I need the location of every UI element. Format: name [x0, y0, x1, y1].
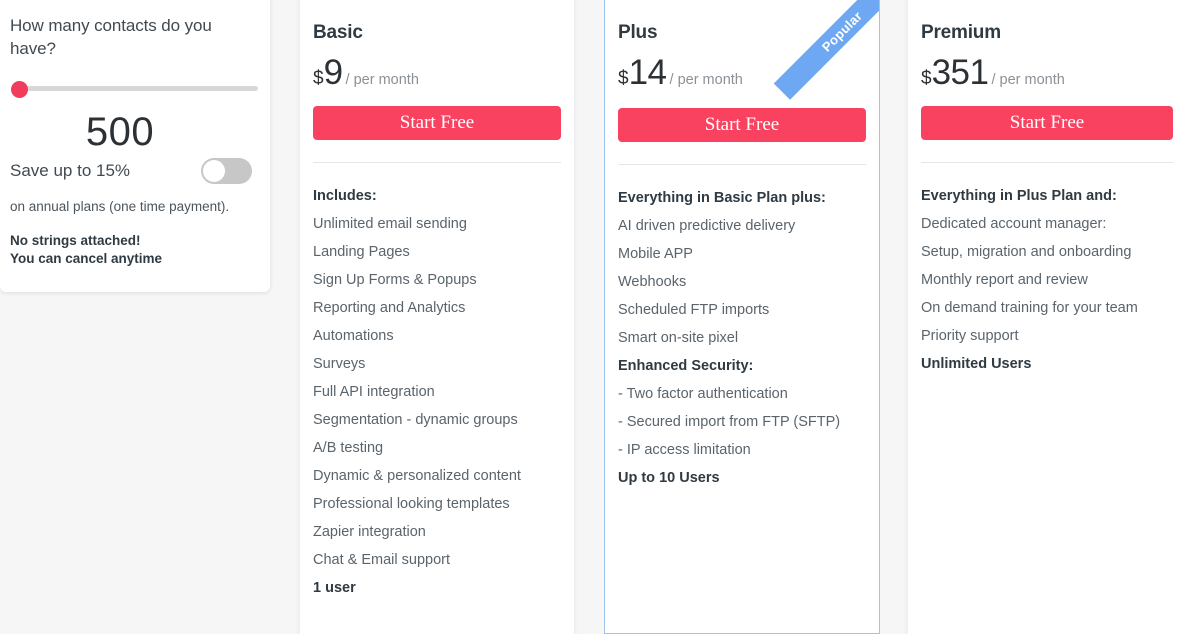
price-period: / per month	[345, 72, 419, 88]
price-amount: 14	[628, 53, 667, 92]
feature-list: Everything in Basic Plan plus: AI driven…	[618, 165, 866, 492]
plan-name: Basic	[313, 22, 363, 43]
list-item: Landing Pages	[313, 244, 410, 260]
list-item: Scheduled FTP imports	[618, 302, 770, 318]
list-item: Smart on-site pixel	[618, 330, 739, 346]
list-item: Surveys	[313, 356, 366, 372]
plan-price: $9/ per month	[313, 53, 561, 93]
list-item: Dynamic & personalized content	[313, 468, 521, 484]
list-item: Up to 10 Users	[618, 470, 720, 486]
price-currency: $	[618, 68, 629, 89]
list-item: - Secured import from FTP (SFTP)	[618, 414, 841, 430]
list-item: Unlimited email sending	[313, 216, 467, 232]
price-amount: 9	[323, 53, 343, 92]
list-item: Enhanced Security:	[618, 358, 754, 374]
list-item: Everything in Basic Plan plus:	[618, 190, 826, 206]
price-period: / per month	[669, 72, 743, 88]
list-item: Unlimited Users	[921, 356, 1032, 372]
list-item: Monthly report and review	[921, 272, 1088, 288]
start-free-button[interactable]: Start Free	[313, 106, 561, 140]
save-label: Save up to 15%	[10, 161, 131, 180]
plan-name: Premium	[921, 22, 1001, 43]
list-item: Professional looking templates	[313, 496, 510, 512]
list-item: - Two factor authentication	[618, 386, 788, 402]
list-item: Sign Up Forms & Popups	[313, 272, 477, 288]
annual-note: on annual plans (one time payment).	[10, 199, 230, 214]
no-strings-line-1: No strings attached!	[10, 233, 141, 248]
start-free-button[interactable]: Start Free	[921, 106, 1173, 140]
plan-card-premium: Premium $351/ per month Start Free Every…	[908, 0, 1186, 634]
list-item: Automations	[313, 328, 394, 344]
price-currency: $	[921, 68, 932, 89]
list-item: AI driven predictive delivery	[618, 218, 796, 234]
no-strings-line-2: You can cancel anytime	[10, 251, 163, 266]
list-item: Reporting and Analytics	[313, 300, 466, 316]
list-item: Setup, migration and onboarding	[921, 244, 1132, 260]
list-item: On demand training for your team	[921, 300, 1138, 316]
list-item: 1 user	[313, 580, 356, 596]
list-item: Segmentation - dynamic groups	[313, 412, 518, 428]
list-item: - IP access limitation	[618, 442, 751, 458]
price-currency: $	[313, 68, 324, 89]
plan-price: $351/ per month	[921, 53, 1173, 93]
price-amount: 351	[931, 53, 989, 92]
list-item: Includes:	[313, 188, 377, 204]
price-period: / per month	[991, 72, 1065, 88]
contacts-calculator-card: How many contacts do you have? 500 Save …	[0, 0, 270, 292]
list-item: Mobile APP	[618, 246, 693, 262]
plan-name: Plus	[618, 22, 658, 43]
toggle-knob	[203, 160, 225, 182]
list-item: Chat & Email support	[313, 552, 451, 568]
plan-card-basic: Basic $9/ per month Start Free Includes:…	[300, 0, 574, 634]
list-item: Priority support	[921, 328, 1019, 344]
list-item: A/B testing	[313, 440, 384, 456]
slider-thumb[interactable]	[11, 81, 28, 98]
list-item: Dedicated account manager:	[921, 216, 1107, 232]
list-item: Webhooks	[618, 274, 687, 290]
list-item: Everything in Plus Plan and:	[921, 188, 1117, 204]
annual-billing-toggle[interactable]	[201, 158, 252, 184]
plan-price: $14/ per month	[618, 53, 866, 93]
feature-list: Everything in Plus Plan and: Dedicated a…	[921, 163, 1173, 378]
start-free-button[interactable]: Start Free	[618, 108, 866, 142]
plan-card-plus: Popular Plus $14/ per month Start Free E…	[604, 0, 880, 634]
contacts-value: 500	[85, 110, 155, 154]
feature-list: Includes: Unlimited email sending Landin…	[313, 163, 561, 602]
list-item: Zapier integration	[313, 524, 426, 540]
slider-track[interactable]	[12, 86, 258, 91]
calculator-question: How many contacts do you have?	[10, 16, 212, 58]
list-item: Full API integration	[313, 384, 435, 400]
annual-save-row: Save up to 15%	[10, 158, 252, 184]
no-strings-note: No strings attached! You can cancel anyt…	[10, 232, 256, 268]
contacts-slider[interactable]	[10, 78, 258, 98]
